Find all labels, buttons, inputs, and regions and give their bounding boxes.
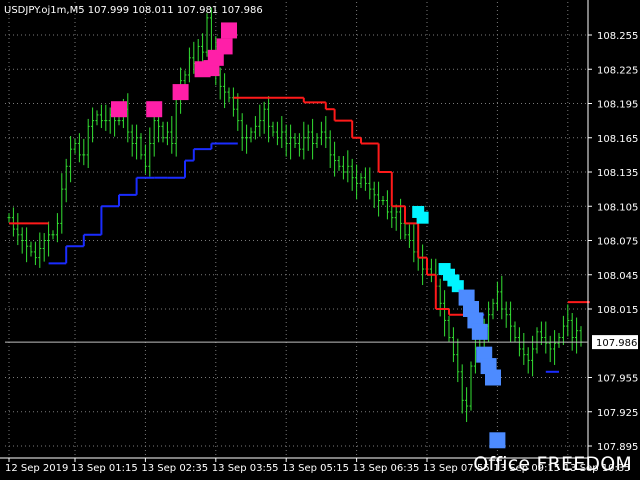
price-axis-label: 108.045 xyxy=(597,271,638,282)
price-axis-label: 108.135 xyxy=(597,168,638,179)
current-price-label: 107.986 xyxy=(596,338,637,349)
symbol-timeframe: USDJPY.oj1m,M5 xyxy=(4,5,85,16)
price-axis-label: 107.925 xyxy=(597,408,638,419)
buy-signal-marker[interactable] xyxy=(489,432,506,449)
exit-signal-marker[interactable] xyxy=(416,211,429,224)
price-axis-label: 108.255 xyxy=(597,31,638,42)
price-axis-label: 108.195 xyxy=(597,100,638,111)
price-axis-label: 107.955 xyxy=(597,374,638,385)
sell-signal-marker[interactable] xyxy=(146,101,163,118)
price-axis-label: 108.105 xyxy=(597,202,638,213)
price-axis-label: 107.895 xyxy=(597,442,638,453)
time-axis-label: 12 Sep 2019 xyxy=(5,463,68,474)
buy-signal-marker[interactable] xyxy=(485,369,501,386)
sell-signal-marker[interactable] xyxy=(111,101,127,118)
price-axis-label: 108.075 xyxy=(597,237,638,248)
ohlc-values: 107.999 108.011 107.981 107.986 xyxy=(87,5,263,16)
time-axis-label: 13 Sep 05:15 xyxy=(282,463,349,474)
watermark-text: Office FREEDOM xyxy=(473,453,632,475)
price-axis-label: 108.015 xyxy=(597,305,638,316)
sell-signal-marker[interactable] xyxy=(221,22,237,39)
sell-signal-marker[interactable] xyxy=(172,84,189,101)
time-axis-label: 13 Sep 02:35 xyxy=(141,463,208,474)
chart-header: USDJPY.oj1m,M5 107.999 108.011 107.981 1… xyxy=(4,5,263,16)
price-axis-label: 108.165 xyxy=(597,134,638,145)
price-axis-label: 108.225 xyxy=(597,65,638,76)
time-axis-label: 13 Sep 03:55 xyxy=(212,463,279,474)
buy-signal-marker[interactable] xyxy=(471,323,488,340)
price-chart[interactable]: 108.255 108.225 108.195 108.165 108.135 108.1… xyxy=(0,0,640,480)
time-axis-label: 13 Sep 06:35 xyxy=(353,463,420,474)
sell-signal-marker[interactable] xyxy=(216,38,233,55)
time-axis-label: 13 Sep 01:15 xyxy=(71,463,138,474)
price-chart-window[interactable]: 108.255 108.225 108.195 108.165 108.135 108.1… xyxy=(0,0,640,480)
